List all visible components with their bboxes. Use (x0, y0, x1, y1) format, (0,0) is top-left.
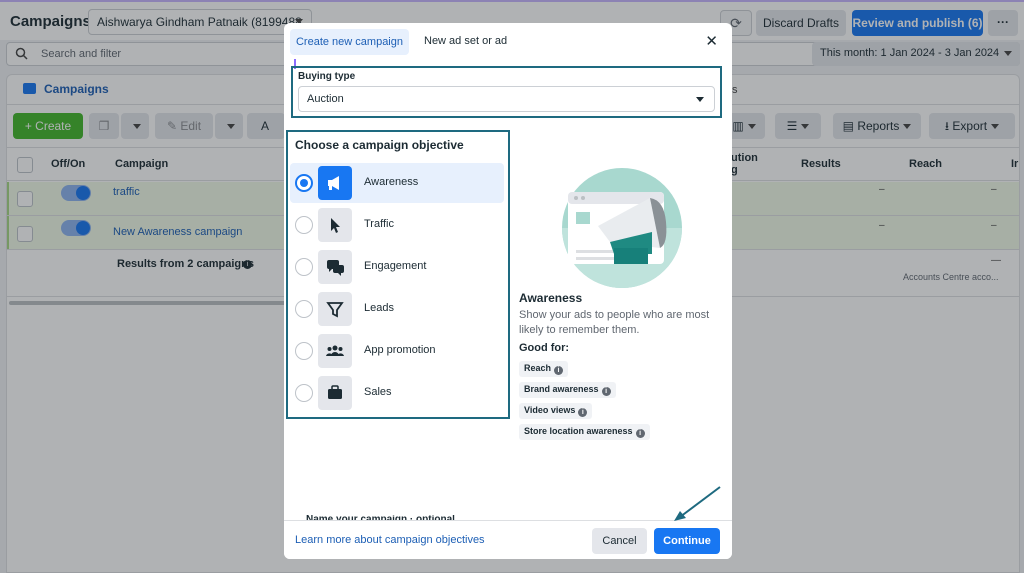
info-icon[interactable]: i (554, 366, 564, 375)
chevron-down-icon (696, 97, 704, 102)
objective-radio[interactable] (295, 342, 313, 360)
buying-type-value: Auction (307, 93, 344, 105)
cancel-button[interactable]: Cancel (592, 528, 647, 554)
objective-detail-title: Awareness (519, 291, 583, 305)
objective-detail-description: Show your ads to people who are most lik… (519, 309, 710, 336)
objective-section: Choose a campaign objective Awareness Tr… (286, 130, 510, 419)
objective-radio[interactable] (295, 216, 313, 234)
objective-app-promotion[interactable]: App promotion (290, 331, 504, 371)
buying-type-label: Buying type (298, 71, 356, 82)
good-for-chip: Store location awareness i (519, 424, 650, 440)
objective-sales[interactable]: Sales (290, 373, 504, 413)
chip-label: Store location awareness (524, 426, 633, 436)
objective-label: Leads (364, 302, 394, 314)
good-for-chip: Reach i (519, 361, 569, 377)
info-icon[interactable]: i (635, 429, 645, 438)
objective-traffic[interactable]: Traffic (290, 205, 504, 245)
tab-create-new-campaign[interactable]: Create new campaign (290, 29, 409, 55)
funnel-icon (318, 292, 352, 326)
continue-button[interactable]: Continue (654, 528, 720, 554)
objective-label: App promotion (364, 344, 436, 356)
dialog-footer: Learn more about campaign objectives Can… (284, 520, 732, 559)
objective-radio[interactable] (295, 384, 313, 402)
info-icon[interactable]: i (601, 387, 611, 396)
chip-label: Brand awareness (524, 384, 599, 394)
objective-heading: Choose a campaign objective (295, 138, 464, 152)
chip-label: Video views (524, 405, 576, 415)
objective-label: Engagement (364, 260, 427, 272)
info-icon[interactable]: i (578, 408, 588, 417)
awareness-megaphone-illustration (562, 168, 682, 288)
objective-radio[interactable] (295, 174, 313, 192)
briefcase-icon (318, 376, 352, 410)
objective-engagement[interactable]: Engagement (290, 247, 504, 287)
chip-label: Reach (524, 363, 552, 373)
annotation-arrow-icon (674, 486, 721, 521)
buying-type-section: Buying type Auction (291, 66, 722, 118)
good-for-label: Good for: (519, 342, 570, 354)
objective-label: Sales (364, 386, 392, 398)
good-for-chip: Video views i (519, 403, 593, 419)
objective-radio[interactable] (295, 300, 313, 318)
megaphone-icon (318, 166, 352, 200)
tab-new-ad-set-or-ad[interactable]: New ad set or ad (424, 35, 507, 47)
learn-more-link[interactable]: Learn more about campaign objectives (295, 534, 485, 546)
buying-type-select[interactable]: Auction (298, 86, 715, 112)
close-icon[interactable]: ✕ (705, 33, 718, 51)
objective-leads[interactable]: Leads (290, 289, 504, 329)
create-campaign-dialog: Create new campaign New ad set or ad ✕ B… (284, 23, 732, 559)
cursor-icon (318, 208, 352, 242)
good-for-chip: Brand awareness i (519, 382, 616, 398)
objective-label: Traffic (364, 218, 394, 230)
objective-radio[interactable] (295, 258, 313, 276)
people-icon (318, 334, 352, 368)
chat-bubbles-icon (318, 250, 352, 284)
objective-label: Awareness (364, 176, 419, 188)
objective-awareness[interactable]: Awareness (290, 163, 504, 203)
